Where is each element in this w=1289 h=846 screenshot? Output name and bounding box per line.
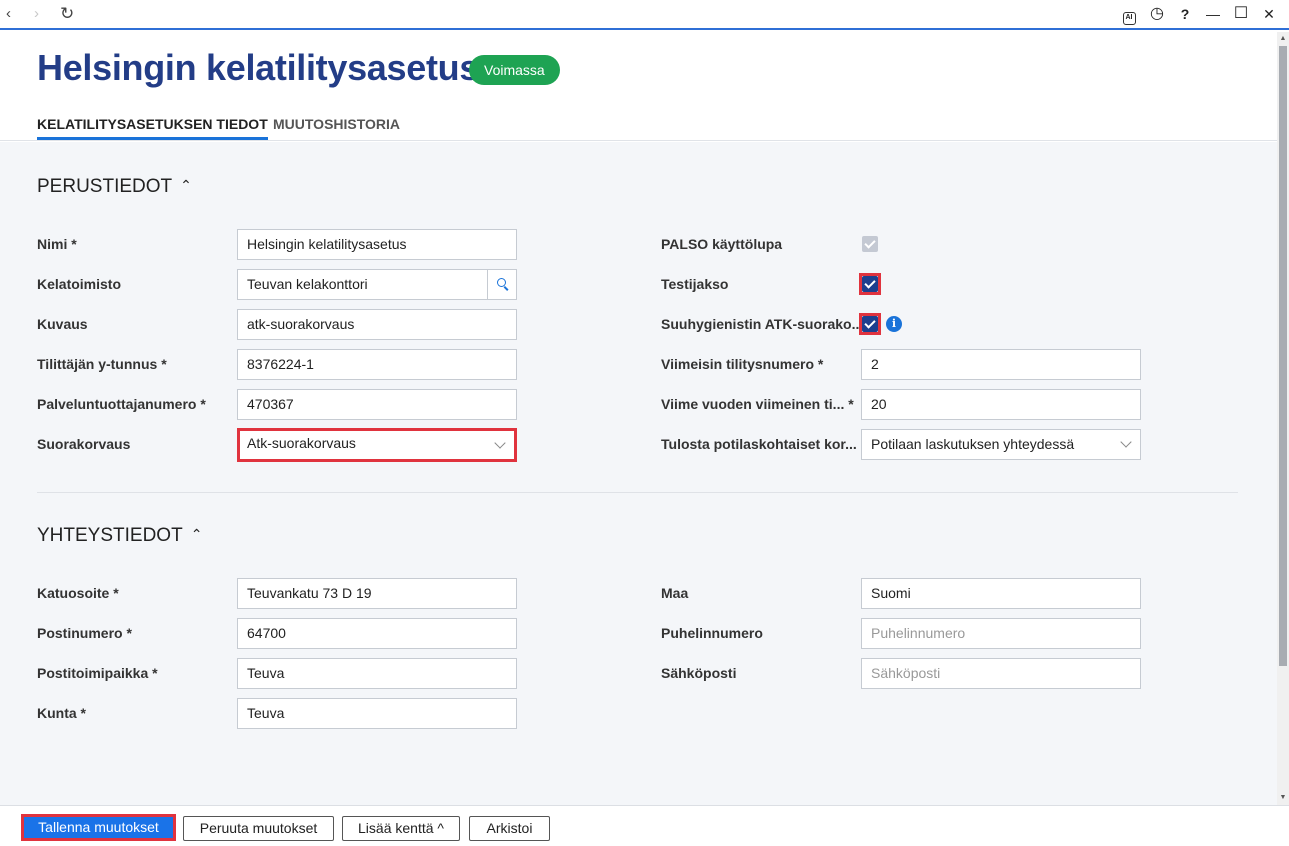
reload-icon[interactable]: ↻ bbox=[60, 4, 74, 24]
viime-vuoden-label: Viime vuoden viimeinen ti... * bbox=[661, 396, 854, 412]
chevron-up-icon[interactable]: ⌃ bbox=[180, 177, 192, 193]
postitoimipaikka-label: Postitoimipaikka * bbox=[37, 665, 158, 681]
sahkoposti-field[interactable]: Sähköposti bbox=[861, 658, 1141, 689]
save-button[interactable]: Tallenna muutokset bbox=[21, 814, 176, 841]
sahkoposti-label: Sähköposti bbox=[661, 665, 737, 681]
palveluntuottajanumero-field[interactable]: 470367 bbox=[237, 389, 517, 420]
maximize-icon[interactable]: ☐ bbox=[1230, 4, 1252, 24]
back-icon[interactable]: ‹ bbox=[6, 4, 11, 24]
history-icon[interactable]: ◷ bbox=[1146, 4, 1168, 24]
viime-vuoden-field[interactable]: 20 bbox=[861, 389, 1141, 420]
page-header: Helsingin kelatilitysasetus Voimassa KEL… bbox=[0, 32, 1277, 141]
suuhygienisti-label: Suuhygienistin ATK-suorako... bbox=[661, 316, 864, 332]
kuvaus-label: Kuvaus bbox=[37, 316, 88, 332]
ytunnus-field[interactable]: 8376224-1 bbox=[237, 349, 517, 380]
kuvaus-field[interactable]: atk-suorakorvaus bbox=[237, 309, 517, 340]
scroll-down-icon[interactable]: ▼ bbox=[1277, 793, 1289, 803]
tulosta-label: Tulosta potilaskohtaiset kor... bbox=[661, 436, 857, 452]
testijakso-label: Testijakso bbox=[661, 276, 729, 292]
status-badge: Voimassa bbox=[469, 55, 560, 85]
main-content: PERUSTIEDOT ⌃ Nimi * Helsingin kelatility… bbox=[0, 142, 1277, 805]
postinumero-field[interactable]: 64700 bbox=[237, 618, 517, 649]
section-title: YHTEYSTIEDOT bbox=[37, 525, 183, 546]
section-title: PERUSTIEDOT bbox=[37, 176, 173, 197]
palveluntuottajanumero-label: Palveluntuottajanumero * bbox=[37, 396, 206, 412]
search-icon bbox=[497, 278, 506, 287]
ytunnus-label: Tilittäjän y-tunnus * bbox=[37, 356, 167, 372]
katuosoite-field[interactable]: Teuvankatu 73 D 19 bbox=[237, 578, 517, 609]
kunta-label: Kunta * bbox=[37, 705, 86, 721]
nimi-field[interactable]: Helsingin kelatilitysasetus bbox=[237, 229, 517, 260]
tulosta-select[interactable]: Potilaan laskutuksen yhteydessä bbox=[861, 429, 1141, 460]
cancel-button[interactable]: Peruuta muutokset bbox=[183, 816, 334, 841]
nimi-label: Nimi * bbox=[37, 236, 77, 252]
suorakorvaus-label: Suorakorvaus bbox=[37, 436, 131, 452]
kelatoimisto-field[interactable]: Teuvan kelakonttori bbox=[237, 269, 488, 300]
kelatoimisto-search-button[interactable] bbox=[487, 269, 517, 300]
postinumero-label: Postinumero * bbox=[37, 625, 132, 641]
puhelinnumero-field[interactable]: Puhelinnumero bbox=[861, 618, 1141, 649]
tab-muutoshistoria[interactable]: MUUTOSHISTORIA bbox=[273, 116, 400, 140]
info-icon[interactable]: i bbox=[886, 316, 902, 332]
testijakso-checkbox[interactable] bbox=[862, 276, 878, 292]
palso-checkbox bbox=[862, 236, 878, 252]
maa-label: Maa bbox=[661, 585, 689, 601]
section-divider bbox=[37, 492, 1238, 493]
chevron-up-icon[interactable]: ⌃ bbox=[191, 526, 203, 542]
viimeisin-tilitysnumero-label: Viimeisin tilitysnumero * bbox=[661, 356, 824, 372]
section-yhteystiedot-header[interactable]: YHTEYSTIEDOT ⌃ bbox=[37, 525, 202, 547]
archive-button[interactable]: Arkistoi bbox=[469, 816, 550, 841]
scrollbar-thumb[interactable] bbox=[1279, 46, 1287, 666]
section-perustiedot-header[interactable]: PERUSTIEDOT ⌃ bbox=[37, 176, 192, 198]
footer-toolbar: Tallenna muutokset Peruuta muutokset Lis… bbox=[0, 805, 1289, 846]
maa-field[interactable]: Suomi bbox=[861, 578, 1141, 609]
tab-kelatilitysasetuksen-tiedot[interactable]: KELATILITYSASETUKSEN TIEDOT bbox=[37, 116, 268, 140]
katuosoite-label: Katuosoite * bbox=[37, 585, 119, 601]
kelatoimisto-label: Kelatoimisto bbox=[37, 276, 122, 292]
minimize-icon[interactable]: — bbox=[1202, 4, 1224, 24]
help-icon[interactable]: ? bbox=[1174, 4, 1196, 24]
scroll-up-icon[interactable]: ▲ bbox=[1277, 34, 1289, 44]
palso-label: PALSO käyttölupa bbox=[661, 236, 783, 252]
postitoimipaikka-field[interactable]: Teuva bbox=[237, 658, 517, 689]
add-field-button[interactable]: Lisää kenttä ^ bbox=[342, 816, 460, 841]
window-toolbar: ‹ › ↻ AI ◷ ? — ☐ ✕ bbox=[0, 0, 1289, 30]
close-icon[interactable]: ✕ bbox=[1258, 4, 1280, 24]
suuhygienisti-checkbox[interactable] bbox=[862, 316, 878, 332]
forward-icon[interactable]: › bbox=[34, 4, 39, 24]
ai-icon[interactable]: AI bbox=[1118, 4, 1140, 25]
vertical-scrollbar[interactable]: ▲ ▼ bbox=[1277, 32, 1289, 805]
puhelinnumero-label: Puhelinnumero bbox=[661, 625, 763, 641]
kunta-field[interactable]: Teuva bbox=[237, 698, 517, 729]
viimeisin-tilitysnumero-field[interactable]: 2 bbox=[861, 349, 1141, 380]
suorakorvaus-select[interactable]: Atk-suorakorvaus bbox=[237, 428, 517, 462]
page-title: Helsingin kelatilitysasetus bbox=[37, 47, 480, 88]
